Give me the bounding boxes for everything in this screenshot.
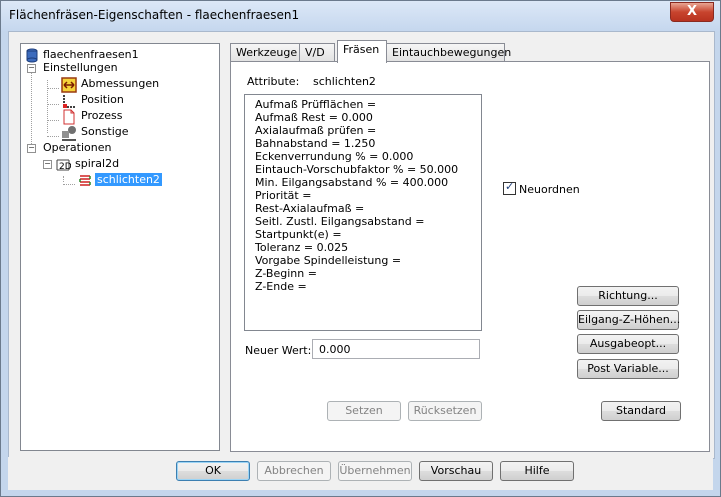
attributes-listbox[interactable]: Aufmaß Prüfflächen = Aufmaß Rest = 0.000… <box>244 94 482 331</box>
reorder-checkbox[interactable]: Neuordnen <box>503 180 580 196</box>
list-item[interactable]: Rest-Axialaufmaß = <box>255 203 364 215</box>
set-button[interactable]: Setzen <box>327 401 401 421</box>
list-item[interactable]: Axialaufmaß prüfen = <box>255 125 376 137</box>
list-item[interactable]: Vorgabe Spindelleistung = <box>255 255 401 267</box>
tab-werkzeuge[interactable]: Werkzeuge <box>230 43 300 62</box>
list-item[interactable]: Startpunkt(e) = <box>255 229 342 241</box>
rapid-z-heights-button[interactable]: Eilgang-Z-Höhen... <box>577 310 680 330</box>
standard-button[interactable]: Standard <box>601 401 681 421</box>
reorder-label: Neuordnen <box>519 183 580 196</box>
list-item[interactable]: Min. Eilgangsabstand % = 400.000 <box>255 177 448 189</box>
tree-connector <box>47 136 59 137</box>
spiral-operation-icon: 2D <box>56 159 71 172</box>
tree-item-process[interactable]: Prozess <box>79 108 124 124</box>
reset-button[interactable]: Rücksetzen <box>408 401 482 421</box>
tree-connector <box>31 64 32 152</box>
new-value-input[interactable] <box>312 339 480 359</box>
operation-tree[interactable]: flaechenfraesen1 − Einstellungen Abmessu… <box>20 43 220 451</box>
list-item[interactable]: Toleranz = 0.025 <box>255 242 348 254</box>
collapse-icon[interactable]: − <box>43 160 52 169</box>
close-button[interactable]: X <box>670 2 714 22</box>
post-variable-button[interactable]: Post Variable... <box>577 359 679 379</box>
dimensions-icon <box>61 77 77 93</box>
apply-button[interactable]: Übernehmen <box>338 461 412 481</box>
list-item[interactable]: Aufmaß Prüfflächen = <box>255 99 376 111</box>
tree-connector <box>47 120 59 121</box>
attribute-value: schlichten2 <box>313 75 376 88</box>
tree-item-schlichten2[interactable]: schlichten2 <box>95 172 162 188</box>
tree-item-dimensions[interactable]: Abmessungen <box>79 76 161 92</box>
tree-connector <box>47 88 59 89</box>
list-item[interactable]: Eckenverrundung % = 0.000 <box>255 151 413 163</box>
cancel-button[interactable]: Abbrechen <box>257 461 331 481</box>
preview-button[interactable]: Vorschau <box>419 461 493 481</box>
direction-button[interactable]: Richtung... <box>577 286 679 306</box>
tree-connector <box>47 104 59 105</box>
process-page-icon <box>63 109 75 125</box>
title-bar: Flächenfräsen-Eigenschaften - flaechenfr… <box>1 1 720 31</box>
collapse-icon[interactable]: − <box>27 144 36 153</box>
help-button[interactable]: Hilfe <box>500 461 574 481</box>
tab-fraesen[interactable]: Fräsen <box>337 40 387 63</box>
list-item[interactable]: Priorität = <box>255 190 311 202</box>
misc-shapes-icon <box>62 126 76 141</box>
list-item[interactable]: Z-Beginn = <box>255 268 317 280</box>
dialog-client: flaechenfraesen1 − Einstellungen Abmessu… <box>8 31 715 459</box>
attribute-label: Attribute: <box>247 75 300 88</box>
svg-text:2D: 2D <box>59 162 71 172</box>
tree-item-position[interactable]: Position <box>79 92 126 108</box>
window-title: Flächenfräsen-Eigenschaften - flaechenfr… <box>9 8 300 22</box>
list-item[interactable]: Seitl. Zustl. Eilgangsabstand = <box>255 216 424 228</box>
list-item[interactable]: Bahnabstand = 1.250 <box>255 138 375 150</box>
list-item[interactable]: Z-Ende = <box>255 281 307 293</box>
tree-item-settings[interactable]: Einstellungen <box>41 60 120 76</box>
tree-item-spiral2d[interactable]: spiral2d <box>73 156 121 172</box>
collapse-icon[interactable]: − <box>27 64 36 73</box>
tree-connector <box>63 184 75 185</box>
tab-eintauchbewegungen[interactable]: Eintauchbewegungen <box>386 43 511 62</box>
dialog-footer: OK Abbrechen Übernehmen Vorschau Hilfe <box>8 457 713 490</box>
tree-item-misc[interactable]: Sonstige <box>79 124 131 140</box>
stock-cylinder-icon <box>26 48 38 63</box>
list-item[interactable]: Aufmaß Rest = 0.000 <box>255 112 373 124</box>
tab-vd[interactable]: V/D <box>299 43 335 62</box>
ok-button[interactable]: OK <box>176 461 250 481</box>
tree-item-operations[interactable]: Operationen <box>41 140 113 156</box>
tree-connector <box>63 176 64 182</box>
new-value-label: Neuer Wert: <box>245 344 312 357</box>
output-options-button[interactable]: Ausgabeopt... <box>577 334 679 354</box>
list-item[interactable]: Eintauch-Vorschubfaktor % = 50.000 <box>255 164 458 176</box>
properties-dialog: Flächenfräsen-Eigenschaften - flaechenfr… <box>0 0 721 497</box>
position-icon <box>63 95 75 108</box>
checkbox-checked-icon[interactable] <box>503 180 516 195</box>
toolpath-icon <box>79 175 91 186</box>
milling-tab-panel: Attribute: schlichten2 Aufmaß Prüffläche… <box>230 61 710 452</box>
